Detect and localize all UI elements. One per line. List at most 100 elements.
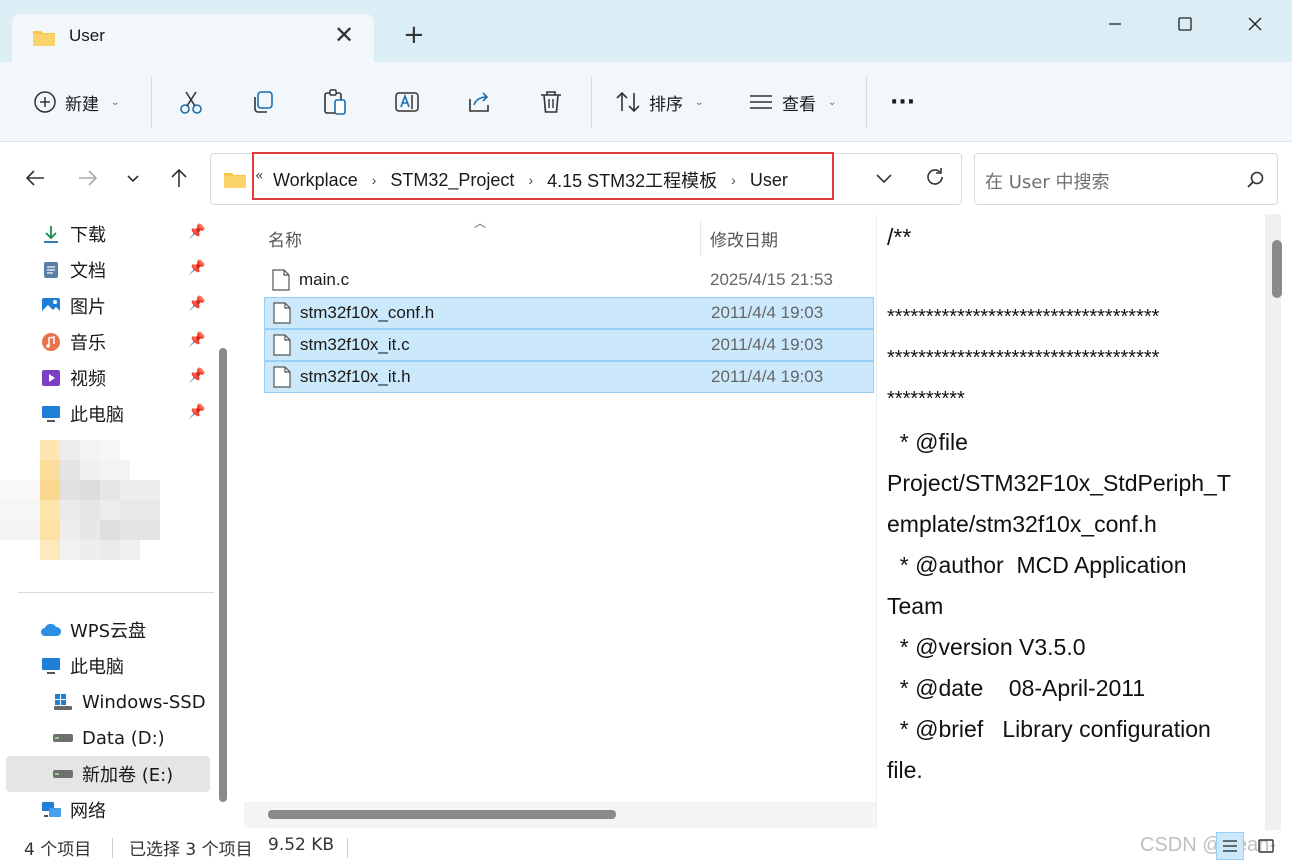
column-header-modified[interactable]: 修改日期 [710,226,778,251]
up-button[interactable] [165,164,193,192]
preview-line: * @author MCD Application [887,552,1187,578]
selection-count: 已选择 3 个项目 [129,840,253,860]
column-header-name[interactable]: 名称 [268,226,302,251]
sort-button[interactable]: 排序 ⌄ [615,84,703,120]
pin-icon[interactable]: 📌 [188,404,205,420]
trash-icon [541,91,561,113]
new-button[interactable]: 新建 ⌄ [33,84,119,120]
item-count: 4 个项目 [24,840,92,860]
copy-button[interactable] [250,84,276,120]
title-bar: User ✕ + [0,0,1292,62]
delete-button[interactable] [538,84,564,120]
sidebar-item-documents[interactable]: 文档 [40,254,106,286]
sidebar-item-label: 视频 [70,369,106,390]
address-history-icon[interactable] [874,168,894,192]
sort-caret-icon: ︿ [474,216,487,230]
pin-icon[interactable]: 📌 [188,224,205,240]
file-row[interactable]: stm32f10x_it.c 2011/4/4 19:03 [264,329,874,361]
share-icon [469,92,489,112]
copy-icon [254,91,273,113]
arrow-left-icon [25,170,44,186]
pin-icon[interactable]: 📌 [188,332,205,348]
tiles-view-button[interactable] [1252,832,1280,860]
sidebar-item-network[interactable]: 网络 [40,794,106,826]
preview-line: * @date 08-April-2011 [887,675,1146,701]
music-icon [40,331,62,353]
sidebar-item-data-d[interactable]: Data (D:) [52,722,165,754]
preview-line: Project/STM32F10x_StdPeriph_T [887,470,1231,496]
file-row[interactable]: stm32f10x_it.h 2011/4/4 19:03 [264,361,874,393]
preview-scrollbar[interactable] [1265,214,1281,830]
details-view-icon [1223,840,1237,852]
preview-line: file. [887,757,923,783]
refresh-icon[interactable] [924,166,946,192]
close-tab-icon[interactable]: ✕ [334,23,354,47]
preview-line: * @brief Library configuration [887,716,1211,742]
preview-line: *********************************** [887,306,1160,328]
sidebar-item-videos[interactable]: 视频 [40,362,106,394]
sidebar-item-label: 新加卷 (E:) [82,765,174,786]
share-button[interactable] [466,84,492,120]
computer-icon [40,403,62,425]
tab-user[interactable]: User ✕ [12,14,374,62]
sidebar-item-label: 图片 [70,297,106,318]
recent-locations-button[interactable] [119,164,147,192]
pin-icon[interactable]: 📌 [188,296,205,312]
pin-icon[interactable]: 📌 [188,368,205,384]
drive-icon [52,727,74,749]
search-input[interactable]: 在 User 中搜索 [974,153,1278,205]
sidebar-item-windows-ssd[interactable]: Windows-SSD [52,686,206,718]
preview-scrollbar-thumb[interactable] [1272,240,1282,298]
rename-button[interactable] [394,84,420,120]
tiles-view-icon [1258,839,1274,853]
scissors-icon [180,91,202,114]
tab-title: User [69,26,105,45]
sidebar-item-wps-cloud[interactable]: WPS云盘 [40,614,146,646]
selection-size: 9.52 KB [268,835,335,855]
view-button[interactable]: 查看 ⌄ [748,84,836,120]
status-bar: 4 个项目 已选择 3 个项目 9.52 KB CSDN @Sean- [0,830,1292,865]
view-label: 查看 [782,94,816,115]
arrow-up-icon [171,168,187,187]
file-name: main.c [299,270,350,289]
sidebar-scrollbar-thumb[interactable] [219,348,227,802]
sidebar-item-this-pc[interactable]: 此电脑 [40,650,124,682]
folder-icon [32,28,55,46]
chevron-down-icon [127,175,139,183]
horizontal-scrollbar[interactable] [244,802,876,828]
sidebar-item-pictures[interactable]: 图片 [40,290,106,322]
maximize-button[interactable] [1167,10,1203,38]
file-name: stm32f10x_it.h [300,367,411,386]
chevron-down-icon: ⌄ [111,96,120,108]
forward-button[interactable] [74,164,102,192]
sidebar-item-label: 此电脑 [70,657,124,678]
sidebar-item-music[interactable]: 音乐 [40,326,106,358]
sidebar-item-label: 此电脑 [70,405,124,426]
cut-button[interactable] [178,84,204,120]
horizontal-scrollbar-thumb[interactable] [268,810,616,819]
sidebar-item-downloads[interactable]: 下载 [40,218,106,250]
sidebar-item-label: Windows-SSD [82,691,206,713]
close-window-button[interactable] [1237,10,1273,38]
column-divider[interactable] [700,220,701,256]
preview-line: emplate/stm32f10x_conf.h [887,511,1157,537]
sidebar-item-label: WPS云盘 [70,621,147,642]
new-tab-button[interactable]: + [403,22,425,48]
file-icon [273,334,291,360]
details-view-button[interactable] [1216,832,1244,860]
sidebar-item-new-volume-e[interactable]: 新加卷 (E:) [52,758,173,790]
back-button[interactable] [21,164,49,192]
file-name: stm32f10x_it.c [300,335,410,354]
status-divider [112,838,113,858]
paste-button[interactable] [322,84,348,120]
file-icon [272,269,290,295]
minimize-button[interactable] [1097,10,1133,38]
file-icon [273,366,291,392]
more-options-button[interactable]: ··· [890,84,915,120]
file-row[interactable]: stm32f10x_conf.h 2011/4/4 19:03 [264,297,874,329]
file-row[interactable]: main.c 2025/4/15 21:53 [264,265,874,297]
pin-icon[interactable]: 📌 [188,260,205,276]
file-icon [273,302,291,328]
sidebar-item-this-pc[interactable]: 此电脑 [40,398,124,430]
sidebar-item-label: 文档 [70,261,106,282]
